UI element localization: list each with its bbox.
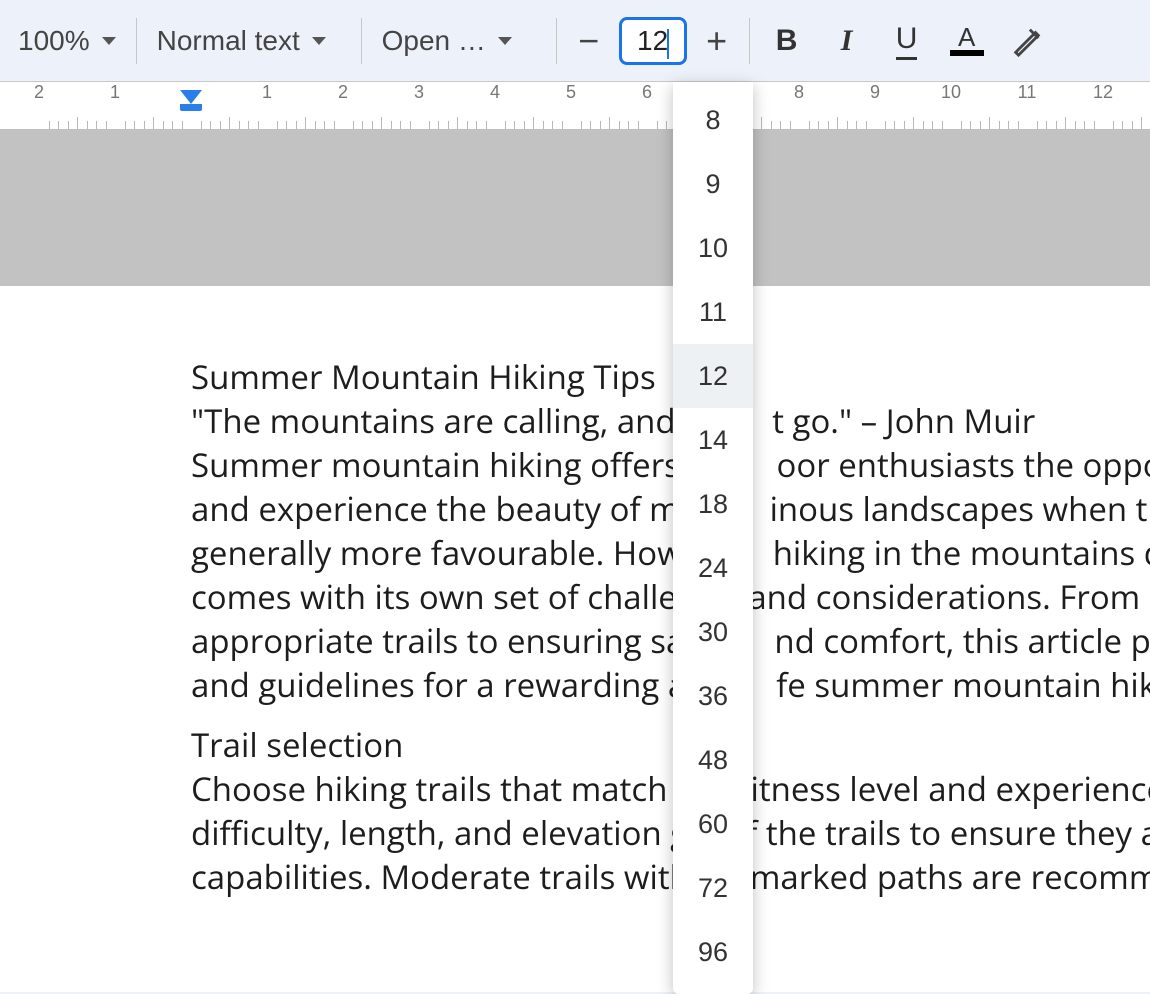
text: generally more favourable. How bbox=[191, 530, 683, 575]
font-size-option[interactable]: 10 bbox=[673, 216, 753, 280]
paragraph-style-value: Normal text bbox=[157, 25, 300, 57]
font-size-option[interactable]: 72 bbox=[673, 856, 753, 920]
italic-button[interactable]: I bbox=[822, 16, 872, 66]
text: itness level and experience bbox=[751, 766, 1150, 811]
ruler-number: 5 bbox=[566, 82, 576, 103]
document-workspace: Summer Mountain Hiking Tips "The mountai… bbox=[0, 130, 1150, 992]
chevron-down-icon bbox=[102, 37, 116, 45]
ruler-number: 11 bbox=[1018, 82, 1037, 103]
font-size-option[interactable]: 14 bbox=[673, 408, 753, 472]
font-size-value: 12 bbox=[637, 25, 668, 57]
document-content[interactable]: Summer Mountain Hiking Tips "The mountai… bbox=[191, 355, 1150, 899]
text-color-button[interactable]: A bbox=[942, 16, 992, 66]
font-size-option[interactable]: 36 bbox=[673, 664, 753, 728]
ruler-number: 1 bbox=[262, 82, 272, 103]
text: Choose hiking trails that match y bbox=[191, 766, 693, 811]
text: Summer mountain hiking offers bbox=[191, 442, 688, 487]
text: "The mountains are calling, and bbox=[191, 398, 684, 443]
chevron-down-icon bbox=[498, 37, 512, 45]
font-size-group: − 12 + bbox=[569, 0, 737, 81]
text: f the trails to ensure they a bbox=[746, 810, 1150, 855]
zoom-select[interactable]: 100% bbox=[10, 19, 124, 63]
text-cursor bbox=[667, 29, 669, 59]
ruler-number: 6 bbox=[642, 82, 652, 103]
text: t go." – John Muir bbox=[772, 398, 1035, 443]
text: and considerations. From cl bbox=[748, 574, 1150, 619]
ruler-number: 2 bbox=[34, 82, 44, 103]
text: nd comfort, this article pro bbox=[774, 618, 1150, 663]
text-color-icon: A bbox=[950, 26, 984, 56]
text: comes with its own set of challer bbox=[191, 574, 690, 619]
horizontal-ruler[interactable]: 21123456789101112 bbox=[0, 82, 1150, 130]
font-family-select[interactable]: Open … bbox=[374, 19, 544, 63]
ruler-number: 2 bbox=[338, 82, 348, 103]
font-family-value: Open … bbox=[382, 25, 486, 57]
text: and experience the beauty of mo bbox=[191, 486, 700, 531]
bold-button[interactable]: B bbox=[762, 16, 812, 66]
ruler-number: 3 bbox=[414, 82, 424, 103]
text: fe summer mountain hikin bbox=[776, 662, 1150, 707]
ruler-number: 8 bbox=[794, 82, 804, 103]
highlighter-icon bbox=[1010, 24, 1044, 58]
divider bbox=[361, 18, 362, 64]
font-size-option[interactable]: 11 bbox=[673, 280, 753, 344]
font-size-option[interactable]: 30 bbox=[673, 600, 753, 664]
ruler-number: 4 bbox=[490, 82, 500, 103]
font-size-option[interactable]: 9 bbox=[673, 152, 753, 216]
title: Summer Mountain Hiking Tips bbox=[191, 354, 656, 399]
text: hiking in the mountains du bbox=[773, 530, 1150, 575]
heading: Trail selection bbox=[191, 722, 403, 767]
font-size-input[interactable]: 12 bbox=[619, 17, 687, 65]
text: appropriate trails to ensuring sa bbox=[191, 618, 684, 663]
font-size-option[interactable]: 48 bbox=[673, 728, 753, 792]
ruler-number: 9 bbox=[870, 82, 880, 103]
font-size-option[interactable]: 24 bbox=[673, 536, 753, 600]
font-size-option[interactable]: 8 bbox=[673, 88, 753, 152]
text: capabilities. Moderate trails with bbox=[191, 854, 690, 899]
ruler-number: 10 bbox=[941, 82, 961, 103]
ruler-number: 1 bbox=[110, 82, 120, 103]
text: and guidelines for a rewarding a bbox=[191, 662, 686, 707]
text: marked paths are recomm bbox=[750, 854, 1150, 899]
divider bbox=[749, 18, 750, 64]
decrease-font-size-button[interactable]: − bbox=[569, 21, 609, 61]
highlight-color-button[interactable] bbox=[1002, 16, 1052, 66]
font-size-dropdown[interactable]: 89101112141824303648607296 bbox=[673, 82, 753, 994]
zoom-value: 100% bbox=[18, 25, 90, 57]
font-size-option[interactable]: 12 bbox=[673, 344, 753, 408]
font-size-option[interactable]: 18 bbox=[673, 472, 753, 536]
divider bbox=[556, 18, 557, 64]
toolbar: 100% Normal text Open … − 12 + B I U A bbox=[0, 0, 1150, 82]
increase-font-size-button[interactable]: + bbox=[697, 21, 737, 61]
ruler-number: 12 bbox=[1093, 82, 1113, 103]
text: oor enthusiasts the opportu bbox=[776, 442, 1150, 487]
indent-marker[interactable] bbox=[180, 90, 202, 111]
divider bbox=[136, 18, 137, 64]
font-size-option[interactable]: 96 bbox=[673, 920, 753, 984]
underline-button[interactable]: U bbox=[882, 16, 932, 66]
font-size-option[interactable]: 60 bbox=[673, 792, 753, 856]
chevron-down-icon bbox=[312, 37, 326, 45]
text: difficulty, length, and elevation g bbox=[191, 810, 688, 855]
paragraph-style-select[interactable]: Normal text bbox=[149, 19, 349, 63]
text: inous landscapes when the bbox=[770, 486, 1150, 531]
